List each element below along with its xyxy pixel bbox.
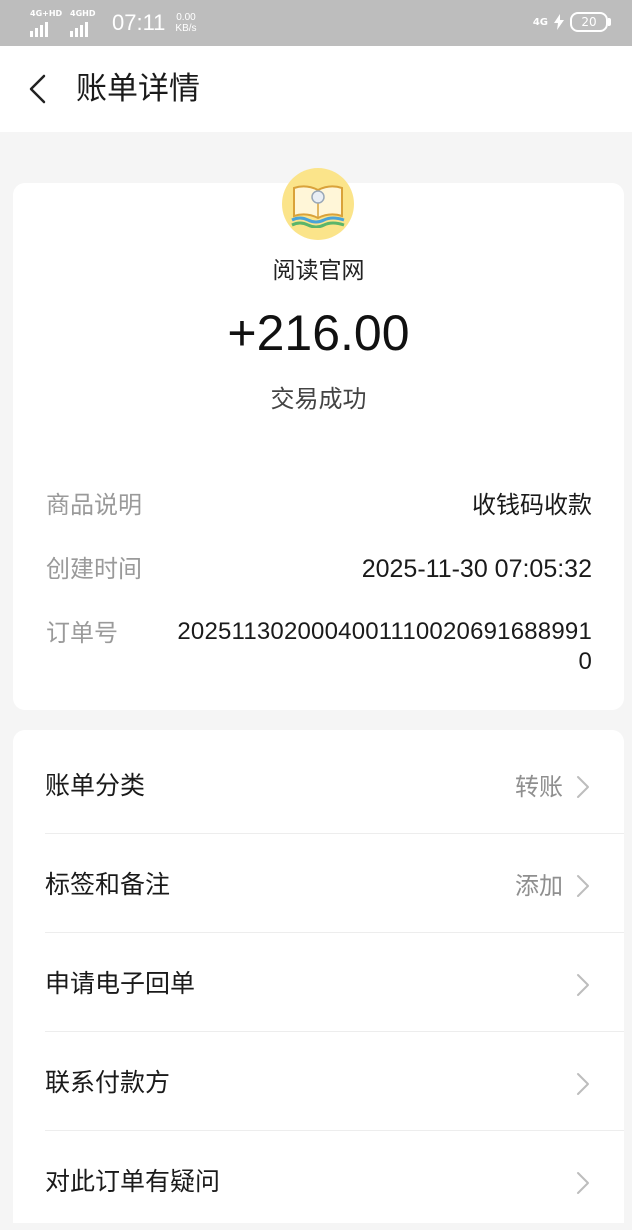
clock: 07:11 xyxy=(112,10,166,35)
action-bill-category[interactable]: 账单分类 转账 xyxy=(45,735,591,834)
signal-sim2-icon: 4GHD xyxy=(70,9,100,37)
book-icon xyxy=(291,185,345,228)
action-value: 转账 xyxy=(515,773,563,801)
transaction-card: 阅读官网 +216.00 交易成功 商品说明 收钱码收款 创建时间 2025-1… xyxy=(13,168,624,710)
transaction-amount: +216.00 xyxy=(227,305,410,361)
action-request-receipt[interactable]: 申请电子回单 xyxy=(45,933,591,1032)
actions-card: 账单分类 转账 标签和备注 添加 申请电子回单 联系付款方 对此订单有疑问 xyxy=(13,730,624,1223)
chevron-right-icon xyxy=(577,974,589,996)
chevron-left-icon xyxy=(29,74,46,104)
action-label: 申请电子回单 xyxy=(45,969,196,998)
battery-level: 20 xyxy=(581,15,597,29)
detail-row-order-number: 订单号 20251130200040011100206916889910 xyxy=(46,617,592,681)
action-label: 标签和备注 xyxy=(45,870,171,899)
speed-unit: KB/s xyxy=(175,23,197,34)
action-label: 账单分类 xyxy=(45,771,146,800)
signal-sim1-icon: 4G+HD xyxy=(30,9,63,37)
detail-value: 收钱码收款 xyxy=(472,491,592,519)
transaction-status: 交易成功 xyxy=(270,385,367,413)
nav-bar: 账单详情 xyxy=(0,46,632,132)
action-tags-notes[interactable]: 标签和备注 添加 xyxy=(45,834,591,933)
merchant-name: 阅读官网 xyxy=(272,258,365,284)
detail-value: 2025-11-30 07:05:32 xyxy=(361,555,592,583)
sim2-label: 4GHD xyxy=(70,9,96,18)
chevron-right-icon xyxy=(577,1172,589,1194)
action-label: 对此订单有疑问 xyxy=(45,1167,221,1196)
order-number[interactable]: 20251130200040011100206916889910 xyxy=(172,617,592,677)
chevron-right-icon xyxy=(577,875,589,897)
battery-icon: 20 xyxy=(570,12,611,32)
action-value: 添加 xyxy=(515,872,563,900)
detail-label: 创建时间 xyxy=(46,555,142,583)
action-contact-payer[interactable]: 联系付款方 xyxy=(45,1032,591,1131)
merchant-logo xyxy=(282,168,354,240)
detail-label: 商品说明 xyxy=(46,491,142,519)
detail-label: 订单号 xyxy=(46,619,118,647)
action-label: 联系付款方 xyxy=(45,1068,171,1097)
action-order-question[interactable]: 对此订单有疑问 xyxy=(45,1131,591,1230)
status-bar: 4G+HD 4GHD 07:11 0.00 KB/s 4G 20 xyxy=(0,0,632,46)
network-type: 4G xyxy=(532,16,548,28)
page-title: 账单详情 xyxy=(76,71,200,107)
back-button[interactable] xyxy=(18,70,56,108)
speed-value: 0.00 xyxy=(176,12,196,23)
chevron-right-icon xyxy=(577,1073,589,1095)
sim1-label: 4G+HD xyxy=(30,9,63,18)
charging-icon xyxy=(554,14,564,30)
network-speed: 0.00 KB/s xyxy=(175,12,196,34)
chevron-right-icon xyxy=(577,776,589,798)
